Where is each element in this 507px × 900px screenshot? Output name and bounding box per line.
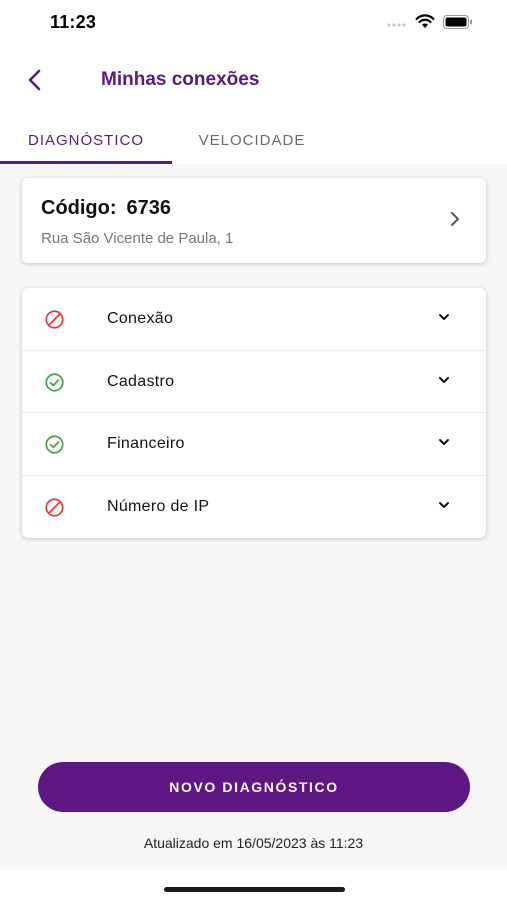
chevron-left-icon — [28, 69, 41, 91]
diagnostic-label: Número de IP — [107, 497, 210, 515]
diagnostic-item-cadastro[interactable]: Cadastro — [22, 351, 486, 413]
app-header: Minhas conexões — [0, 56, 507, 104]
tab-velocidade[interactable]: VELOCIDADE — [172, 116, 332, 164]
status-icons — [387, 14, 473, 34]
code-value: 6736 — [126, 197, 172, 219]
chevron-down-icon — [439, 439, 449, 445]
back-button[interactable] — [18, 62, 50, 98]
diagnostic-label: Financeiro — [107, 435, 185, 452]
diagnostic-item-numero-ip[interactable]: Número de IP — [22, 476, 486, 539]
wifi-icon — [415, 14, 435, 34]
main-content: Código: 6736 Rua São Vicente de Paula, 1 … — [0, 164, 507, 870]
blocked-icon — [45, 497, 64, 517]
chevron-down-icon — [439, 501, 449, 508]
chevron-right-icon — [451, 212, 459, 226]
diagnostic-label: Conexão — [107, 310, 174, 327]
diagnostic-label: Cadastro — [107, 372, 175, 390]
chevron-down-icon — [439, 376, 449, 383]
status-bar: 11:23 — [0, 0, 507, 48]
tab-diagnostico[interactable]: DIAGNÓSTICO — [0, 116, 172, 164]
home-indicator — [164, 887, 345, 892]
diagnostic-item-financeiro[interactable]: Financeiro — [22, 413, 486, 476]
last-updated-text: Atualizado em 16/05/2023 às 11:23 — [143, 835, 364, 851]
tab-bar: DIAGNÓSTICO VELOCIDADE — [0, 116, 507, 164]
connection-address: Rua São Vicente de Paula, 1 — [41, 230, 234, 247]
chevron-down-icon — [439, 314, 449, 320]
status-time: 11:23 — [50, 12, 97, 32]
connection-card[interactable]: Código: 6736 Rua São Vicente de Paula, 1 — [22, 178, 486, 263]
check-circle-icon — [45, 372, 64, 392]
blocked-icon — [45, 310, 64, 329]
new-diagnostic-button[interactable]: NOVO DIAGNÓSTICO — [38, 762, 470, 812]
diagnostics-list: Conexão Cadastro Financeiro Número de IP — [22, 288, 486, 538]
connection-code: Código: 6736 — [41, 197, 171, 220]
check-circle-icon — [45, 435, 64, 454]
page-title: Minhas conexões — [101, 69, 260, 90]
battery-icon — [443, 14, 473, 34]
signal-icon — [387, 15, 407, 33]
code-label: Código: — [41, 197, 117, 219]
diagnostic-item-conexao[interactable]: Conexão — [22, 288, 486, 351]
